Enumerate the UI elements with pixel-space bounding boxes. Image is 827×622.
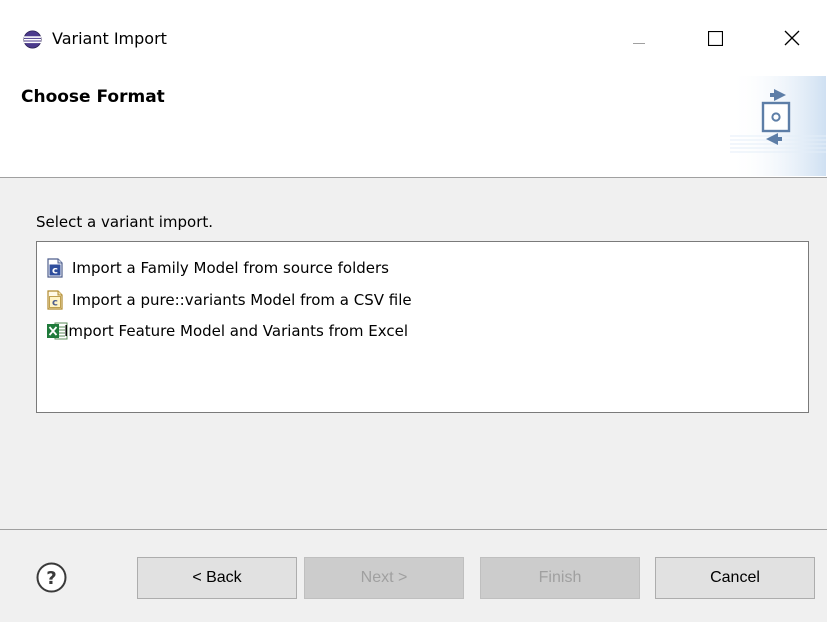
minimize-icon [633, 31, 645, 49]
button-bar: ? < Back Next > Finish Cancel [0, 531, 827, 622]
list-item-family-model[interactable]: c Import a Family Model from source fold… [46, 255, 389, 281]
eclipse-icon [23, 30, 42, 49]
back-button[interactable]: < Back [137, 557, 297, 599]
svg-text:c: c [52, 298, 58, 309]
list-item-csv-import[interactable]: c Import a pure::variants Model from a C… [46, 287, 412, 313]
finish-button[interactable]: Finish [480, 557, 640, 599]
window-title: Variant Import [52, 29, 167, 48]
next-button[interactable]: Next > [304, 557, 464, 599]
minimize-button[interactable] [616, 22, 662, 58]
prompt-label: Select a variant import. [36, 213, 214, 231]
csv-model-icon: c [46, 290, 64, 310]
maximize-button[interactable] [692, 22, 738, 58]
svg-text:c: c [52, 266, 58, 277]
wizard-header: Choose Format [0, 76, 827, 178]
svg-text:?: ? [46, 568, 56, 589]
close-icon [784, 30, 800, 50]
wizard-import-icon [730, 76, 826, 176]
cancel-button[interactable]: Cancel [655, 557, 815, 599]
page-title: Choose Format [21, 87, 165, 107]
maximize-icon [707, 30, 723, 50]
list-item-label: Import Feature Model and Variants from E… [64, 322, 408, 340]
list-item-label: Import a Family Model from source folder… [72, 259, 389, 277]
excel-icon [46, 321, 68, 341]
list-item-excel-import[interactable]: Import Feature Model and Variants from E… [46, 318, 408, 344]
help-icon[interactable]: ? [36, 562, 67, 593]
list-item-label: Import a pure::variants Model from a CSV… [72, 291, 412, 309]
family-model-icon: c [46, 258, 64, 278]
close-button[interactable] [769, 22, 815, 58]
title-bar: Variant Import [0, 0, 827, 76]
import-list[interactable]: c Import a Family Model from source fold… [36, 241, 809, 413]
wizard-content: Select a variant import. c Import a Fami… [0, 178, 827, 530]
